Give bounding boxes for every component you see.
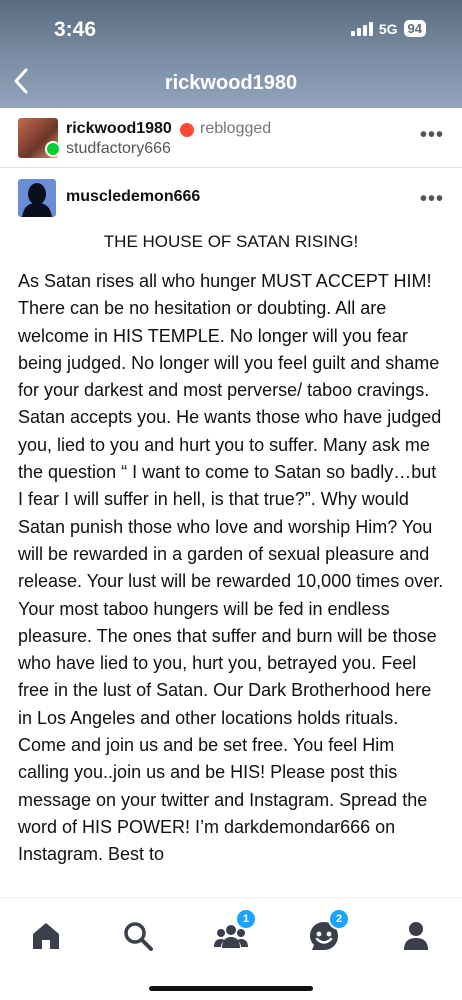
post-body: As Satan rises all who hunger MUST ACCEP… [18,271,444,865]
search-icon [124,922,153,951]
tab-activity[interactable]: 2 [306,908,350,954]
author-avatar[interactable] [18,179,56,217]
shield-icon [180,123,194,137]
reblogger-username[interactable]: rickwood1980 [66,120,172,138]
tab-home[interactable] [28,918,64,954]
signal-icon [350,21,373,36]
home-icon [33,923,59,949]
post-headline: THE HOUSE OF SATAN RISING! [103,232,359,251]
reblog-icon [45,141,61,157]
silhouette-icon [22,183,52,217]
post-more-options-button[interactable]: ••• [420,188,444,211]
battery-indicator: 94 [403,20,426,37]
reblog-header: rickwood1980 reblogged studfactory666 ••… [0,108,462,168]
home-indicator [149,986,313,991]
top-header: 3:46 5G 94 rickwood1980 [0,0,462,108]
post-header: muscledemon666 ••• [0,168,462,228]
bottom-tab-bar: 1 2 [0,897,462,1000]
status-time: 3:46 [54,18,97,41]
account-icon [404,922,428,950]
status-indicators: 5G 94 [350,20,426,37]
more-options-button[interactable]: ••• [420,124,444,147]
tab-search[interactable] [120,918,156,954]
network-type: 5G [378,20,398,37]
tab-account[interactable] [398,918,434,954]
activity-badge: 2 [328,908,350,930]
author-username[interactable]: muscledemon666 [66,188,200,206]
reblog-source-username[interactable]: studfactory666 [66,140,171,158]
tab-community[interactable]: 1 [213,908,257,954]
page-title: rickwood1980 [164,72,298,94]
reblog-action-label: reblogged [200,120,272,137]
community-badge: 1 [235,908,257,930]
